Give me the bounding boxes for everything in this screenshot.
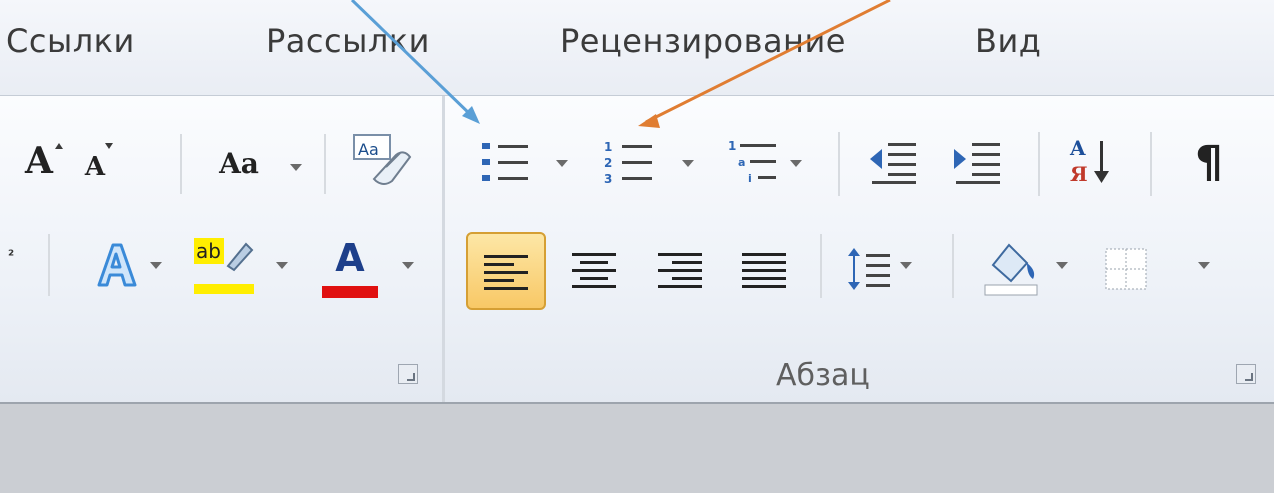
line-spacing-icon	[848, 248, 890, 290]
decrease-indent-button[interactable]	[866, 136, 922, 188]
svg-text:a: a	[738, 156, 745, 169]
font-dialog-launcher-icon[interactable]	[398, 364, 418, 384]
bullets-dropdown-icon[interactable]	[556, 160, 568, 167]
caret-down-icon	[105, 143, 113, 149]
grow-font-icon: A	[25, 140, 53, 182]
align-center-button[interactable]	[562, 236, 626, 302]
paragraph-group-label: Абзац	[776, 358, 870, 393]
font-color-icon: A	[335, 236, 365, 280]
clear-formatting-icon: Aa	[353, 134, 412, 185]
shrink-font-icon: A	[84, 152, 106, 182]
svg-text:3: 3	[604, 172, 612, 186]
shading-dropdown-icon[interactable]	[1056, 262, 1068, 269]
justify-button[interactable]	[732, 236, 796, 302]
multilevel-list-dropdown-icon[interactable]	[790, 160, 802, 167]
borders-dropdown-icon[interactable]	[1198, 262, 1210, 269]
highlight-button[interactable]: ab	[194, 234, 258, 300]
separator	[952, 234, 954, 298]
change-case-dropdown-icon[interactable]	[290, 164, 302, 171]
separator	[324, 134, 326, 194]
pilcrow-icon: ¶	[1195, 136, 1223, 188]
font-color-swatch	[322, 286, 378, 298]
highlight-dropdown-icon[interactable]	[276, 262, 288, 269]
separator	[838, 132, 840, 196]
ribbon-tab-strip: Ссылки Рассылки Рецензирование Вид	[0, 0, 1274, 95]
svg-text:2: 2	[604, 156, 612, 170]
text-effects-button[interactable]	[88, 236, 144, 292]
clear-formatting-glyph: Aa	[358, 140, 379, 159]
tab-review[interactable]: Рецензирование	[560, 22, 846, 60]
separator	[1038, 132, 1040, 196]
increase-indent-button[interactable]	[950, 136, 1006, 188]
align-left-icon	[484, 255, 528, 290]
sort-icon: A Я	[1069, 136, 1109, 186]
numbering-dropdown-icon[interactable]	[682, 160, 694, 167]
superscript-fragment-icon[interactable]: ²	[8, 248, 14, 264]
font-color-button[interactable]: A	[318, 234, 382, 300]
status-area	[0, 404, 1274, 493]
multilevel-list-button[interactable]: 1 a i	[724, 136, 784, 188]
caret-up-icon	[55, 143, 63, 149]
text-effects-dropdown-icon[interactable]	[150, 262, 162, 269]
numbering-icon: 1 2 3	[604, 140, 652, 186]
change-case-icon: Aa	[219, 146, 259, 180]
ribbon-panel: A A Aa Aa ² ab A 1 2 3 1 a i A Я ¶ Абзац	[0, 95, 1274, 405]
svg-text:i: i	[748, 172, 752, 185]
multilevel-list-icon: 1 a i	[728, 139, 776, 185]
align-left-button[interactable]	[466, 232, 546, 310]
separator	[1150, 132, 1152, 196]
borders-button[interactable]	[1096, 236, 1156, 302]
highlight-icon: ab	[194, 238, 254, 294]
align-center-icon	[572, 253, 616, 288]
shading-icon	[984, 243, 1038, 296]
line-spacing-dropdown-icon[interactable]	[900, 262, 912, 269]
separator	[820, 234, 822, 298]
line-spacing-button[interactable]	[844, 236, 896, 302]
font-color-dropdown-icon[interactable]	[402, 262, 414, 269]
bullets-icon	[482, 143, 528, 181]
tab-mailings[interactable]: Рассылки	[266, 22, 430, 60]
change-case-button[interactable]: Aa	[204, 140, 274, 186]
group-separator	[442, 96, 445, 402]
align-right-icon	[658, 253, 702, 288]
numbering-button[interactable]: 1 2 3	[600, 136, 660, 188]
sort-glyph-bottom: Я	[1070, 162, 1088, 186]
paragraph-dialog-launcher-icon[interactable]	[1236, 364, 1256, 384]
tab-links[interactable]: Ссылки	[6, 22, 135, 60]
align-right-button[interactable]	[648, 236, 712, 302]
separator	[48, 234, 50, 296]
svg-text:1: 1	[604, 140, 612, 154]
clear-formatting-button[interactable]: Aa	[344, 132, 418, 188]
shading-button[interactable]	[976, 232, 1046, 304]
grow-font-button[interactable]: A	[14, 136, 64, 186]
tab-view[interactable]: Вид	[975, 22, 1041, 60]
svg-text:1: 1	[728, 139, 736, 153]
show-formatting-marks-button[interactable]: ¶	[1174, 132, 1244, 192]
sort-glyph-top: A	[1069, 136, 1086, 160]
text-effects-icon	[97, 243, 137, 287]
highlight-glyph: ab	[196, 239, 221, 263]
decrease-indent-icon	[870, 143, 916, 184]
separator	[180, 134, 182, 194]
bullets-button[interactable]	[476, 136, 536, 188]
increase-indent-icon	[954, 143, 1000, 184]
shrink-font-button[interactable]: A	[72, 140, 118, 186]
borders-icon	[1105, 248, 1147, 290]
justify-icon	[742, 253, 786, 288]
sort-button[interactable]: A Я	[1062, 132, 1122, 192]
